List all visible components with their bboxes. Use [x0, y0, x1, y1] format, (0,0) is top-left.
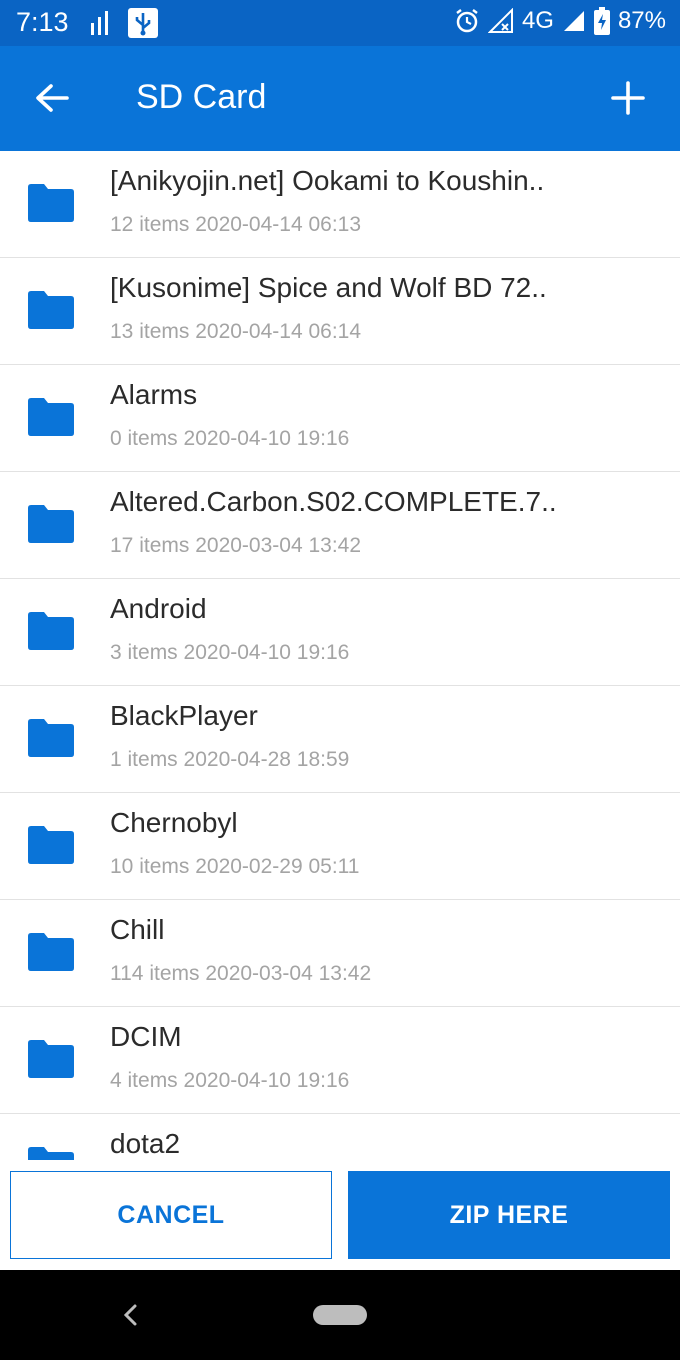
item-count: 0 items	[110, 427, 178, 450]
folder-meta: 13 items 2020-04-14 06:14	[110, 320, 361, 344]
alarm-icon	[454, 8, 480, 34]
folder-name: BlackPlayer	[110, 700, 258, 731]
list-item[interactable]: BlackPlayer 1 items 2020-04-28 18:59	[0, 686, 680, 793]
modified-date: 2020-04-10 19:16	[183, 427, 350, 450]
item-count: 4 items	[110, 1069, 178, 1092]
folder-name: dota2	[110, 1128, 181, 1159]
folder-meta: 1 items 2020-04-28 18:59	[110, 748, 349, 772]
action-bar: CANCEL ZIP HERE	[0, 1160, 680, 1270]
item-count: 114 items	[110, 962, 200, 985]
list-item[interactable]: [Kusonime] Spice and Wolf BD 72.. 13 ite…	[0, 258, 680, 365]
modified-date: 2020-04-14 06:14	[195, 320, 362, 343]
modified-date: 2020-03-04 13:42	[195, 534, 362, 557]
usb-icon	[128, 8, 158, 43]
network-type: 4G	[521, 7, 554, 34]
folder-name: Alarms	[110, 379, 198, 410]
folder-icon	[28, 1040, 74, 1078]
folder-meta: 4 items 2020-04-10 19:16	[110, 1069, 349, 1093]
folder-icon	[28, 184, 74, 222]
folder-meta: 17 items 2020-03-04 13:42	[110, 534, 361, 558]
folder-meta: 10 items 2020-02-29 05:11	[110, 855, 359, 879]
folder-icon	[28, 398, 74, 436]
item-count: 1 items	[110, 748, 178, 771]
list-item[interactable]: Alarms 0 items 2020-04-10 19:16	[0, 365, 680, 472]
folder-icon	[28, 826, 74, 864]
item-count: 13 items	[110, 320, 190, 343]
folder-icon	[28, 612, 74, 650]
folder-name: Chill	[110, 914, 165, 945]
list-item[interactable]: Altered.Carbon.S02.COMPLETE.7.. 17 items…	[0, 472, 680, 579]
nav-back-button[interactable]	[120, 1300, 140, 1335]
folder-meta: 12 items 2020-04-14 06:13	[110, 213, 361, 237]
list-item[interactable]: DCIM 4 items 2020-04-10 19:16	[0, 1007, 680, 1114]
cell-signal-icon	[562, 9, 586, 33]
list-item[interactable]: Chill 114 items 2020-03-04 13:42	[0, 900, 680, 1007]
folder-name: DCIM	[110, 1021, 182, 1052]
list-item[interactable]: Chernobyl 10 items 2020-02-29 05:11	[0, 793, 680, 900]
folder-name: [Anikyojin.net] Ookami to Koushin..	[110, 165, 545, 196]
folder-icon	[28, 719, 74, 757]
battery-percent: 87%	[617, 7, 666, 34]
back-button[interactable]	[24, 70, 80, 126]
item-count: 10 items	[110, 855, 190, 878]
add-folder-button[interactable]	[600, 70, 656, 126]
chevron-left-icon	[123, 1304, 137, 1326]
folder-icon	[28, 505, 74, 543]
item-count: 3 items	[110, 641, 178, 664]
folder-name: [Kusonime] Spice and Wolf BD 72..	[110, 272, 547, 303]
status-time: 7:13	[16, 7, 69, 37]
folder-meta: 0 items 2020-04-10 19:16	[110, 427, 349, 451]
folder-meta: 3 items 2020-04-10 19:16	[110, 641, 349, 665]
modified-date: 2020-04-14 06:13	[195, 213, 362, 236]
signal-bars-icon	[90, 11, 110, 40]
modified-date: 2020-03-04 13:42	[205, 962, 372, 985]
modified-date: 2020-04-10 19:16	[183, 1069, 350, 1092]
folder-name: Altered.Carbon.S02.COMPLETE.7..	[110, 486, 557, 517]
system-nav-bar	[0, 1270, 680, 1360]
modified-date: 2020-04-28 18:59	[183, 748, 350, 771]
modified-date: 2020-04-10 19:16	[183, 641, 350, 664]
item-count: 12 items	[110, 213, 190, 236]
folder-list[interactable]: [Anikyojin.net] Ookami to Koushin.. 12 i…	[0, 151, 680, 1171]
zip-here-button[interactable]: ZIP HERE	[348, 1171, 670, 1259]
list-item[interactable]: Android 3 items 2020-04-10 19:16	[0, 579, 680, 686]
folder-icon	[28, 291, 74, 329]
list-item[interactable]: [Anikyojin.net] Ookami to Koushin.. 12 i…	[0, 151, 680, 258]
item-count: 17 items	[110, 534, 190, 557]
folder-name: Android	[110, 593, 207, 624]
cancel-button[interactable]: CANCEL	[10, 1171, 332, 1259]
battery-charging-icon	[593, 7, 610, 35]
app-bar: SD Card	[0, 46, 680, 151]
folder-icon	[28, 933, 74, 971]
modified-date: 2020-02-29 05:11	[195, 855, 360, 878]
status-bar: 7:13 4G 87%	[0, 0, 680, 46]
folder-meta: 114 items 2020-03-04 13:42	[110, 962, 371, 986]
folder-name: Chernobyl	[110, 807, 238, 838]
plus-icon	[611, 81, 645, 115]
page-title: SD Card	[136, 78, 267, 116]
no-signal-icon	[487, 8, 514, 34]
arrow-left-icon	[36, 84, 69, 112]
nav-home-button[interactable]	[313, 1305, 367, 1325]
